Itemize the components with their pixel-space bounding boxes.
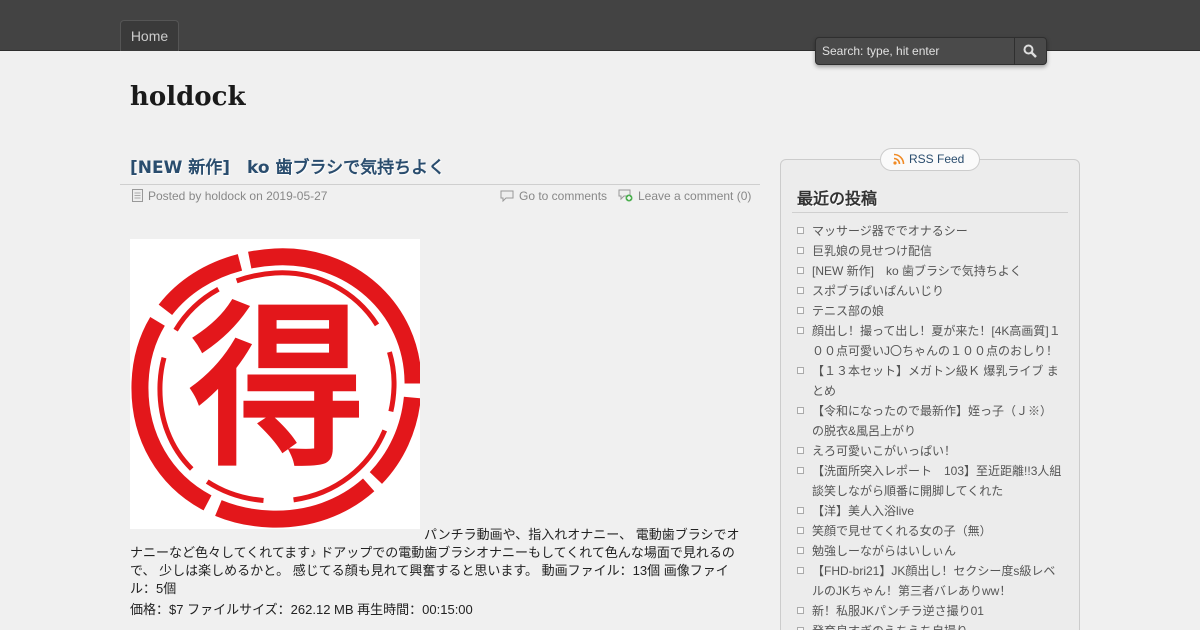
- post-body: パンチラ動画や、指入れオナニー、 電動歯ブラシでオナニーなど色々してくれてます♪…: [130, 526, 742, 598]
- recent-post-item[interactable]: マッサージ器ででオナるシー: [796, 221, 1062, 241]
- go-to-comments-label: Go to comments: [519, 189, 608, 203]
- nav-home-tab[interactable]: Home: [120, 20, 179, 51]
- recent-post-link[interactable]: スポブラぱいぱんいじり: [812, 284, 944, 298]
- rss-feed-link[interactable]: RSS Feed: [880, 148, 980, 171]
- document-icon: [132, 189, 143, 202]
- recent-post-link[interactable]: 発育良すぎのえちえち自撮り: [812, 624, 968, 630]
- search-button[interactable]: [1014, 38, 1046, 64]
- site-title[interactable]: holdock: [130, 82, 246, 112]
- post-meta-text: Posted by holdock on 2019-05-27: [148, 189, 328, 203]
- recent-post-item[interactable]: 笑顔で見せてくれる女の子（無）: [796, 521, 1062, 541]
- recent-post-item[interactable]: 発育良すぎのえちえち自撮り: [796, 621, 1062, 630]
- recent-post-link[interactable]: 【洋】美人入浴live: [812, 504, 914, 518]
- rss-label: RSS Feed: [909, 152, 965, 166]
- list-bullet-icon: [797, 507, 804, 514]
- recent-post-link[interactable]: 【洗面所突入レポート 103】至近距離!!3人組 談笑しながら順番に開脚してくれ…: [812, 464, 1073, 498]
- recent-post-item[interactable]: 顔出し！撮って出し！夏が来た！[4K高画質]１００点可愛いJ〇ちゃんの１００点の…: [796, 321, 1062, 361]
- recent-post-link[interactable]: 【令和になったので最新作】姪っ子（Ｊ※）の脱衣&風呂上がり: [812, 404, 1052, 438]
- post-body-text: パンチラ動画や、指入れオナニー、 電動歯ブラシでオナニーなど色々してくれてます♪…: [130, 527, 740, 596]
- recent-post-link[interactable]: えろ可愛いこがいっぱい！: [812, 444, 956, 458]
- list-bullet-icon: [797, 467, 804, 474]
- recent-post-item[interactable]: 勉強しーながらはいしぃん: [796, 541, 1062, 561]
- recent-post-link[interactable]: 勉強しーながらはいしぃん: [812, 544, 956, 558]
- recent-post-item[interactable]: 巨乳娘の見せつけ配信: [796, 241, 1062, 261]
- recent-post-item[interactable]: 新！私服JKパンチラ逆さ撮り01: [796, 601, 1062, 621]
- recent-post-item[interactable]: えろ可愛いこがいっぱい！: [796, 441, 1062, 461]
- leave-comment-label: Leave a comment (0): [638, 189, 752, 203]
- recent-post-item[interactable]: 【令和になったので最新作】姪っ子（Ｊ※）の脱衣&風呂上がり: [796, 401, 1062, 441]
- seal-stamp-image: 得: [131, 248, 422, 528]
- recent-posts-list: マッサージ器ででオナるシー 巨乳娘の見せつけ配信 [NEW 新作] ko 歯ブラシで…: [796, 221, 1073, 630]
- recent-post-link[interactable]: 【FHD-bri21】JK顔出し！セクシー度s級レベルのJKちゃん！第三者バレあ…: [812, 564, 1055, 598]
- list-bullet-icon: [797, 327, 804, 334]
- list-bullet-icon: [797, 447, 804, 454]
- seal-character: 得: [190, 288, 365, 491]
- list-bullet-icon: [797, 607, 804, 614]
- comment-icon: [500, 190, 514, 202]
- search-icon: [1023, 44, 1037, 58]
- list-bullet-icon: [797, 407, 804, 414]
- list-bullet-icon: [797, 247, 804, 254]
- list-bullet-icon: [797, 287, 804, 294]
- recent-post-item[interactable]: 【FHD-bri21】JK顔出し！セクシー度s級レベルのJKちゃん！第三者バレあ…: [796, 561, 1062, 601]
- leave-comment-link[interactable]: Leave a comment (0): [618, 189, 751, 203]
- list-bullet-icon: [797, 307, 804, 314]
- list-bullet-icon: [797, 527, 804, 534]
- recent-post-link[interactable]: 顔出し！撮って出し！夏が来た！[4K高画質]１００点可愛いJ〇ちゃんの１００点の…: [812, 324, 1061, 358]
- recent-posts-title: 最近の投稿: [797, 189, 878, 208]
- add-comment-icon: [618, 189, 633, 202]
- list-bullet-icon: [797, 567, 804, 574]
- post-meta: Posted by holdock on 2019-05-27: [132, 189, 327, 203]
- list-bullet-icon: [797, 367, 804, 374]
- search-input[interactable]: [816, 38, 1014, 64]
- go-to-comments-link[interactable]: Go to comments: [500, 189, 607, 203]
- recent-post-link[interactable]: テニス部の娘: [812, 304, 884, 318]
- recent-post-item[interactable]: スポブラぱいぱんいじり: [796, 281, 1062, 301]
- recent-post-link[interactable]: 巨乳娘の見せつけ配信: [812, 244, 932, 258]
- recent-post-link[interactable]: [NEW 新作] ko 歯ブラシで気持ちよく: [812, 264, 1022, 278]
- recent-post-link[interactable]: 新！私服JKパンチラ逆さ撮り01: [812, 604, 984, 618]
- recent-post-item[interactable]: 【洗面所突入レポート 103】至近距離!!3人組 談笑しながら順番に開脚してくれ…: [796, 461, 1073, 501]
- post-divider: [120, 184, 760, 185]
- list-bullet-icon: [797, 547, 804, 554]
- post-price-line: 価格：$7 ファイルサイズ：262.12 MB 再生時間：00:15:00: [130, 602, 473, 617]
- recent-post-link[interactable]: 【１３本セット】メガトン級Ｋ 爆乳ライブ まとめ: [812, 364, 1059, 398]
- list-bullet-icon: [797, 267, 804, 274]
- post-title[interactable]: [NEW 新作] ko 歯ブラシで気持ちよく: [130, 153, 445, 178]
- recent-post-item[interactable]: テニス部の娘: [796, 301, 1062, 321]
- search-box: [815, 37, 1047, 65]
- list-bullet-icon: [797, 227, 804, 234]
- rss-icon: [893, 153, 905, 165]
- post-thumbnail-image[interactable]: 得: [130, 239, 422, 529]
- recent-post-link[interactable]: 笑顔で見せてくれる女の子（無）: [812, 524, 992, 538]
- recent-post-link[interactable]: マッサージ器ででオナるシー: [812, 224, 968, 238]
- widget-divider: [792, 212, 1068, 213]
- recent-post-item[interactable]: 【１３本セット】メガトン級Ｋ 爆乳ライブ まとめ: [796, 361, 1062, 401]
- recent-post-item[interactable]: [NEW 新作] ko 歯ブラシで気持ちよく: [796, 261, 1062, 281]
- recent-post-item[interactable]: 【洋】美人入浴live: [796, 501, 1062, 521]
